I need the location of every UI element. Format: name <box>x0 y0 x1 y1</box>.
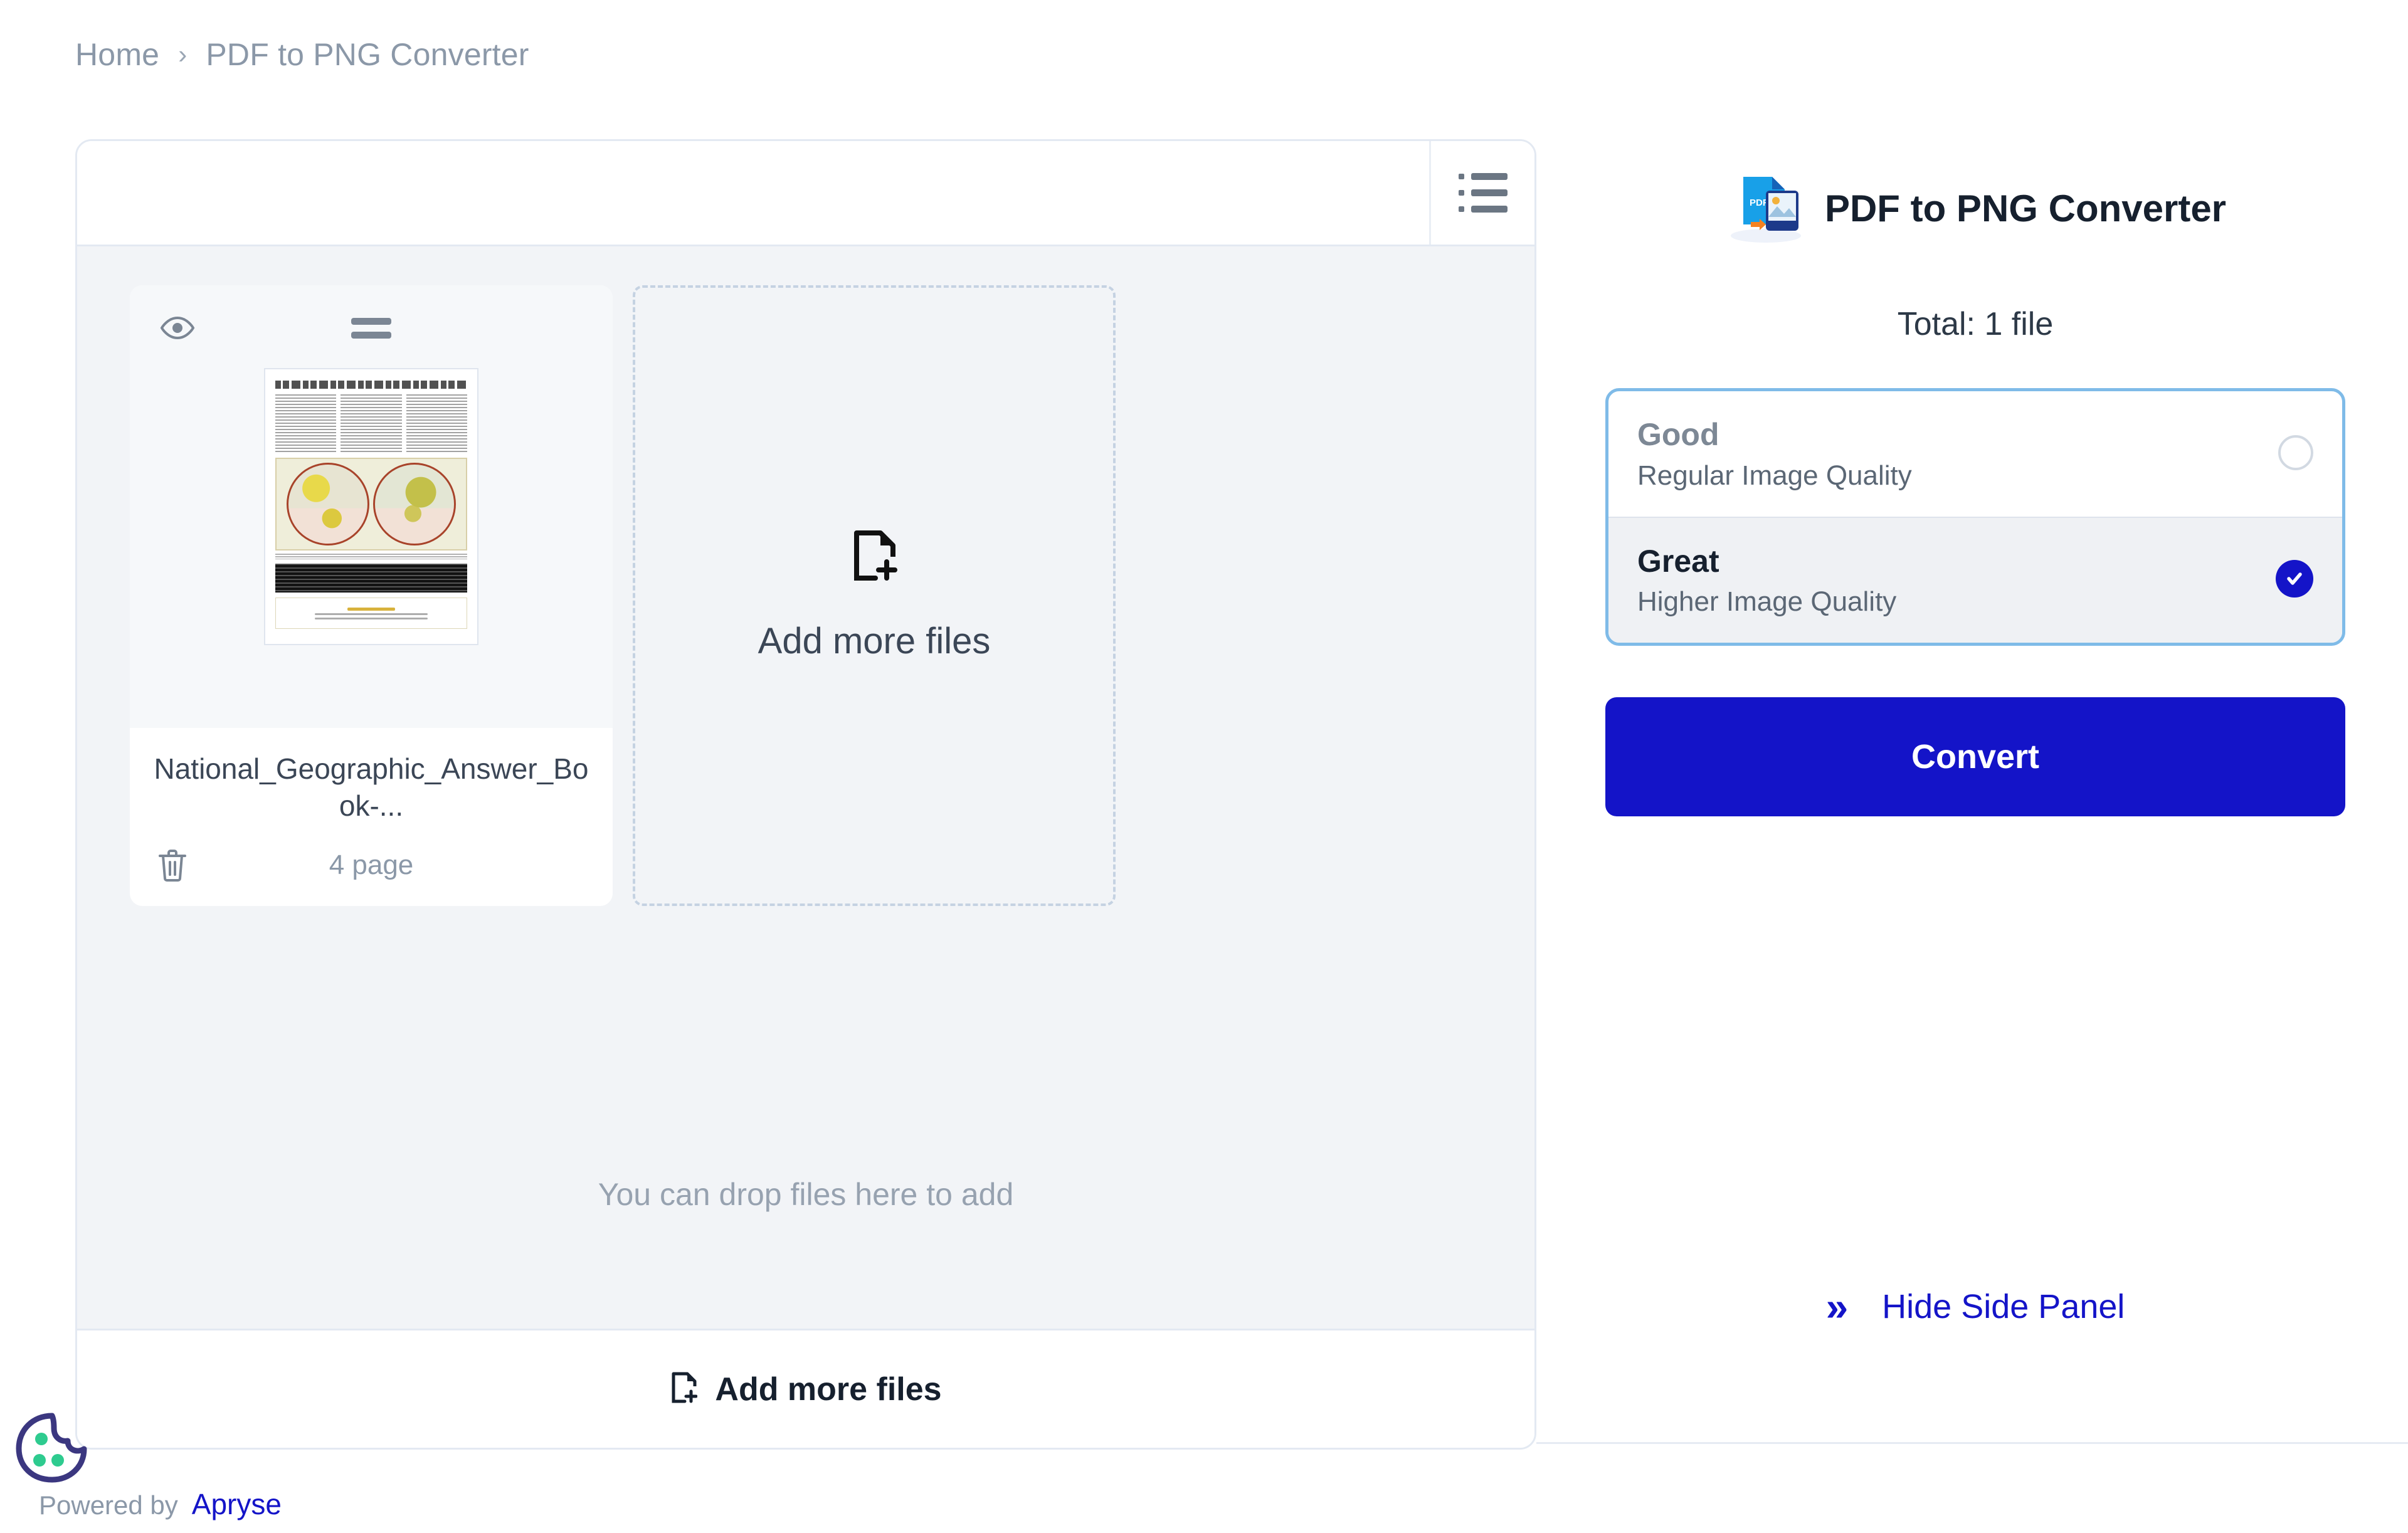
powered-by-label: Powered by <box>39 1490 178 1520</box>
side-panel: PDF PDF to PNG Converter Total: 1 file G… <box>1605 139 2345 1450</box>
file-panel: National_Geographic_Answer_Book-... 4 pa… <box>75 139 1536 1450</box>
breadcrumb-current: PDF to PNG Converter <box>206 37 529 72</box>
side-panel-title: PDF to PNG Converter <box>1824 187 2227 229</box>
list-view-button[interactable] <box>1429 141 1534 245</box>
file-page-count: 4 page <box>329 849 414 880</box>
quality-option-great[interactable]: Great Higher Image Quality <box>1608 516 2342 643</box>
quality-selector: Good Regular Image Quality Great Higher … <box>1605 388 2345 646</box>
file-plus-icon <box>670 1371 698 1407</box>
check-circle-icon[interactable] <box>2276 560 2313 598</box>
svg-text:PDF: PDF <box>1750 198 1768 208</box>
breadcrumb-separator: › <box>178 40 187 69</box>
list-view-icon <box>1458 173 1508 213</box>
add-more-files-dropzone[interactable]: Add more files <box>633 285 1116 906</box>
drag-handle-icon[interactable] <box>351 318 391 339</box>
breadcrumb: Home › PDF to PNG Converter <box>75 36 529 73</box>
file-card-thumbnail-area <box>130 285 613 728</box>
total-files-label: Total: 1 file <box>1897 306 2054 342</box>
add-more-files-button[interactable]: Add more files <box>77 1329 1534 1448</box>
quality-option-great-subtitle: Higher Image Quality <box>1637 586 1897 617</box>
file-plus-icon <box>848 529 900 585</box>
add-more-files-label: Add more files <box>715 1371 942 1408</box>
drop-hint-text: You can drop files here to add <box>598 1177 1014 1212</box>
cookie-icon[interactable] <box>14 1409 90 1486</box>
dropzone-label: Add more files <box>758 621 991 661</box>
side-panel-header: PDF PDF to PNG Converter <box>1605 169 2345 248</box>
quality-option-good[interactable]: Good Regular Image Quality <box>1608 391 2342 517</box>
double-chevron-right-icon: » <box>1825 1284 1849 1329</box>
trash-icon[interactable] <box>157 848 187 882</box>
file-card[interactable]: National_Geographic_Answer_Book-... 4 pa… <box>130 285 613 906</box>
file-name: National_Geographic_Answer_Book-... <box>154 752 589 822</box>
radio-unselected-icon[interactable] <box>2278 435 2313 470</box>
apryse-link[interactable]: Apryse <box>192 1487 282 1521</box>
hide-side-panel-label: Hide Side Panel <box>1882 1288 2125 1325</box>
hide-side-panel-button[interactable]: » Hide Side Panel <box>1605 1287 2345 1327</box>
panel-toolbar <box>77 141 1534 246</box>
pdf-page-thumbnail <box>264 368 478 645</box>
file-card-footer: 4 page <box>130 824 613 906</box>
pdf-to-png-logo-icon: PDF <box>1724 169 1806 248</box>
file-cards-area: National_Geographic_Answer_Book-... 4 pa… <box>77 246 1534 906</box>
quality-option-good-title: Good <box>1637 417 1719 452</box>
quality-option-great-title: Great <box>1637 543 1719 579</box>
panel-body[interactable]: National_Geographic_Answer_Book-... 4 pa… <box>77 246 1534 1329</box>
bottom-divider <box>1536 1442 2408 1444</box>
quality-option-good-subtitle: Regular Image Quality <box>1637 460 1912 491</box>
eye-icon[interactable] <box>160 315 195 340</box>
powered-by: Powered by Apryse <box>39 1487 282 1521</box>
convert-button[interactable]: Convert <box>1605 697 2345 816</box>
breadcrumb-home[interactable]: Home <box>75 36 159 73</box>
